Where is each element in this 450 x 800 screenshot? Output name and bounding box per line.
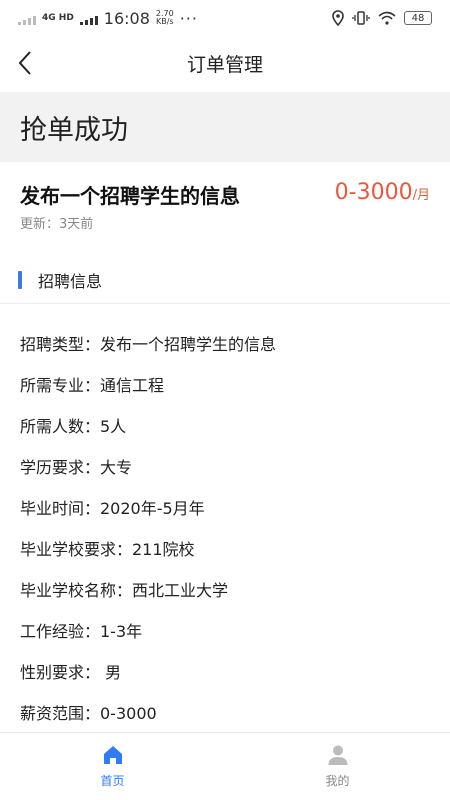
salary-unit: /月 [412,188,430,203]
status-left: 4G HD 16:08 2.70 KB/s ··· [18,9,198,28]
tab-home-label: 首页 [100,774,125,788]
network-type: 4G HD [42,12,74,23]
detail-school-requirement: 毕业学校要求：211院校 [20,539,195,559]
detail-gender: 性别要求： 男 [20,662,122,682]
tab-mine[interactable]: 我的 [225,733,450,800]
chevron-left-icon [18,51,31,75]
detail-headcount: 所需人数：5人 [20,416,127,436]
detail-major: 所需专业：通信工程 [20,375,165,395]
status-right: 48 [332,10,432,26]
detail-education: 学历要求：大专 [20,457,133,477]
detail-graduation-time: 毕业时间：2020年-5月年 [20,498,205,518]
tab-home[interactable]: 首页 [0,733,225,800]
location-icon [332,10,344,26]
detail-school-name: 毕业学校名称：西北工业大学 [20,580,229,600]
status-time: 16:08 [103,8,150,28]
section-header: 招聘信息 [0,256,450,304]
network-speed: 2.70 KB/s [156,10,174,26]
home-icon [103,746,122,764]
detail-experience: 工作经验：1-3年 [20,621,143,641]
tab-bar: 首页 我的 [0,732,450,800]
salary-value: 0-3000 [334,180,413,205]
user-icon [328,745,347,765]
battery-icon: 48 [404,11,432,25]
weak-signal-icon [18,11,36,25]
signal-icon [79,11,98,25]
update-time: 更新：3天前 [20,217,94,232]
section-title: 招聘信息 [38,271,103,291]
success-banner: 抢单成功 [0,92,450,162]
detail-salary-range: 薪资范围：0-3000 [20,703,157,723]
back-button[interactable] [12,46,42,80]
detail-list: 招聘类型：发布一个招聘学生的信息 所需专业：通信工程 所需人数：5人 学历要求：… [20,322,440,732]
nav-bar: 订单管理 [0,36,450,90]
vibrate-icon [352,11,370,25]
more-notifications: ··· [179,8,198,28]
speed-unit: KB/s [156,17,174,26]
success-text: 抢单成功 [20,114,128,146]
order-title: 发布一个招聘学生的信息 [20,184,240,208]
wifi-icon [378,11,396,25]
tab-mine-label: 我的 [325,774,350,788]
page-title: 订单管理 [186,53,263,76]
salary: 0-3000/月 [335,180,430,205]
status-bar: 4G HD 16:08 2.70 KB/s ··· 48 [0,0,450,36]
detail-recruit-type: 招聘类型：发布一个招聘学生的信息 [20,334,277,354]
section-accent-bar [18,270,22,289]
